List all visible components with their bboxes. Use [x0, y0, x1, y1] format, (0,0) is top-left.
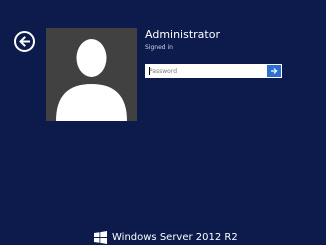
password-input[interactable]: [146, 65, 267, 77]
back-arrow-icon: [19, 36, 30, 47]
windows-logo-icon: [94, 231, 107, 244]
user-status: Signed in: [145, 44, 173, 51]
brand-text: Windows Server 2012 R2: [112, 231, 238, 243]
text-caret: [149, 67, 150, 75]
user-silhouette-icon: [56, 39, 127, 121]
user-name: Administrator: [145, 28, 220, 41]
back-button[interactable]: [14, 31, 35, 52]
right-arrow-icon: [271, 68, 278, 74]
user-avatar: [46, 28, 137, 121]
submit-button[interactable]: [267, 65, 281, 77]
windows-branding: Windows Server 2012 R2: [94, 231, 238, 244]
password-box: [145, 64, 282, 78]
